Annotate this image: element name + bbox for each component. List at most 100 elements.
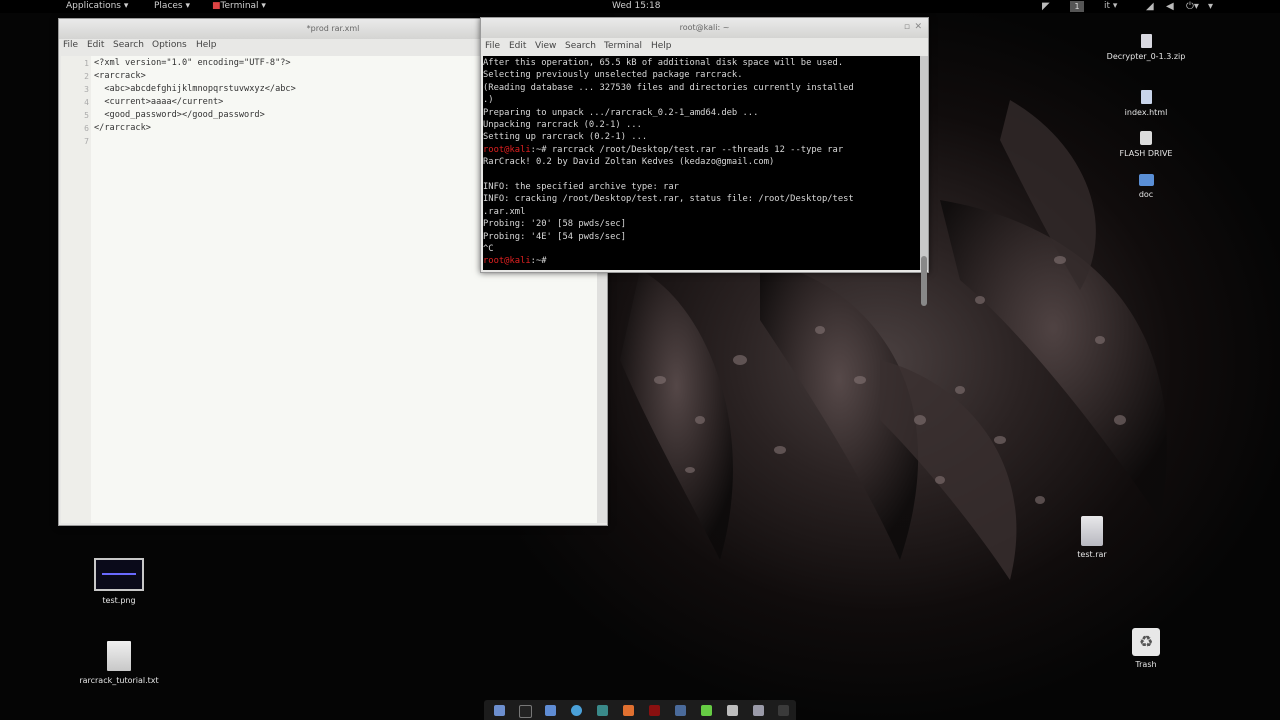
desktop-icon-test-rar[interactable]: test.rar: [1062, 516, 1122, 559]
terminal-line-text: ^C: [483, 244, 494, 254]
monitor-icon[interactable]: [675, 705, 686, 716]
line-number: 4: [84, 98, 89, 107]
gray2-icon[interactable]: [753, 705, 764, 716]
volume-icon[interactable]: ◀: [1166, 0, 1174, 13]
desktop-icon-test-png[interactable]: test.png: [84, 558, 154, 605]
desktop-icon-flash-drive[interactable]: FLASH DRIVE: [1106, 131, 1186, 158]
terminal-line-text: .rar.xml: [483, 206, 526, 217]
terminal-line: .rar.xml: [483, 207, 525, 217]
app-icon[interactable]: [597, 705, 608, 716]
places-menu[interactable]: Places ▾: [154, 0, 190, 13]
terminal-line-text: Preparing to unpack .../rarcrack_0.2-1_a…: [483, 107, 759, 118]
applications-menu[interactable]: Applications ▾: [66, 0, 128, 13]
terminal-line-text: Selecting previously unselected package …: [483, 70, 743, 81]
terminal-menu-view[interactable]: View: [535, 40, 556, 53]
terminal-menu-help[interactable]: Help: [651, 40, 672, 53]
close-icon[interactable]: ✕: [914, 22, 922, 32]
editor-menu-help[interactable]: Help: [196, 39, 217, 52]
line-number: 6: [84, 124, 89, 133]
terminal-line-text: (Reading database ... 327530 files and d…: [483, 82, 854, 93]
terminal-line: (Reading database ... 327530 files and d…: [483, 83, 854, 93]
burp-icon[interactable]: [623, 705, 634, 716]
terminal-scrollbar[interactable]: [920, 56, 928, 306]
top-panel: Applications ▾ Places ▾ ■Terminal ▾ Wed …: [0, 0, 1280, 13]
terminal-menu-search[interactable]: Search: [565, 40, 596, 53]
minimize-icon[interactable]: ▫: [904, 22, 910, 32]
red-icon[interactable]: [649, 705, 660, 716]
dock: [484, 700, 796, 720]
terminal-icon[interactable]: [519, 705, 532, 718]
terminal-line: Unpacking rarcrack (0.2-1) ...: [483, 120, 642, 130]
terminal-prompt: root@kali: [483, 256, 531, 267]
terminal-line-text: .): [483, 95, 494, 106]
terminal-line: ^C: [483, 244, 494, 254]
usb-drive-icon: [1140, 131, 1152, 145]
files-icon[interactable]: [494, 705, 505, 716]
clock[interactable]: Wed 15:18: [612, 0, 660, 13]
terminal-line-text: Probing: '4E' [54 pwds/sec]: [483, 231, 626, 242]
terminal-titlebar[interactable]: root@kali: ~: [481, 18, 928, 38]
desktop-icon-tutorial[interactable]: rarcrack_tutorial.txt: [64, 641, 174, 685]
code-line: <good_password></good_password>: [94, 110, 265, 120]
folder-icon: [1138, 174, 1154, 186]
line-number: 1: [84, 59, 89, 68]
editor-menu-options[interactable]: Options: [152, 39, 187, 52]
terminal-line: root@kali:~#: [483, 256, 547, 266]
browser-icon[interactable]: [571, 705, 582, 716]
terminal-menu-edit[interactable]: Edit: [509, 40, 526, 53]
desktop-icon-index[interactable]: index.html: [1106, 90, 1186, 117]
image-thumbnail-icon: [94, 558, 144, 591]
workspace-indicator[interactable]: 1: [1070, 1, 1084, 12]
terminal-prompt: root@kali: [483, 144, 531, 155]
wifi-icon[interactable]: ◢: [1146, 0, 1154, 13]
line-number: 5: [84, 111, 89, 120]
green-icon[interactable]: [701, 705, 712, 716]
terminal-scroll-thumb[interactable]: [921, 256, 927, 306]
terminal-line: Selecting previously unselected package …: [483, 70, 743, 80]
keyboard-layout[interactable]: it ▾: [1104, 0, 1117, 13]
terminal-line: INFO: the specified archive type: rar: [483, 182, 679, 192]
code-line: <abc>abcdefghijklmnopqrstuvwxyz</abc>: [94, 84, 296, 94]
line-number: 2: [84, 72, 89, 81]
network-icon[interactable]: ◤: [1042, 0, 1050, 13]
grid-icon[interactable]: [778, 705, 789, 716]
terminal-window: root@kali: ~ ▫ ✕ File Edit View Search T…: [480, 17, 929, 306]
rar-archive-icon: [1081, 516, 1103, 546]
user-menu-icon[interactable]: ▾: [1208, 0, 1213, 13]
editor-menu-search[interactable]: Search: [113, 39, 144, 52]
terminal-menu-file[interactable]: File: [485, 40, 500, 53]
terminal-app-menu[interactable]: ■Terminal ▾: [212, 0, 266, 13]
code-line: <?xml version="1.0" encoding="UTF-8"?>: [94, 58, 291, 68]
terminal-title: root@kali: ~: [679, 23, 730, 32]
desktop-icon-decrypter[interactable]: Decrypter_0-1.3.zip: [1096, 34, 1196, 61]
line-number-gutter: 1 2 3 4 5 6 7: [61, 56, 91, 523]
desktop-icon-doc[interactable]: doc: [1116, 174, 1176, 199]
terminal-line: root@kali:~# rarcrack /root/Desktop/test…: [483, 145, 843, 155]
line-number: 3: [84, 85, 89, 94]
terminal-line-text: :~# rarcrack /root/Desktop/test.rar --th…: [530, 144, 844, 155]
editor-title: *prod rar.xml: [306, 24, 360, 33]
terminal-menubar: File Edit View Search Terminal Help: [481, 40, 928, 53]
terminal-line: INFO: cracking /root/Desktop/test.rar, s…: [483, 194, 854, 204]
terminal-line: Preparing to unpack .../rarcrack_0.2-1_a…: [483, 108, 758, 118]
code-line: <current>aaaa</current>: [94, 97, 224, 107]
power-icon[interactable]: ⏻▾: [1186, 0, 1199, 13]
html-file-icon: [1140, 90, 1152, 104]
terminal-line: RarCrack! 0.2 by David Zoltan Kedves (ke…: [483, 157, 774, 167]
line-number: 7: [84, 137, 89, 146]
terminal-line: Probing: '4E' [54 pwds/sec]: [483, 232, 626, 242]
editor-menu-edit[interactable]: Edit: [87, 39, 104, 52]
terminal-line: .): [483, 95, 494, 105]
terminal-line-text: INFO: cracking /root/Desktop/test.rar, s…: [483, 194, 854, 205]
folder-icon[interactable]: [545, 705, 556, 716]
terminal-screen[interactable]: After this operation, 65.5 kB of additio…: [483, 56, 920, 270]
text-file-icon: [107, 641, 131, 671]
terminal-menu-terminal[interactable]: Terminal: [604, 40, 642, 53]
terminal-line: After this operation, 65.5 kB of additio…: [483, 58, 843, 68]
terminal-line-text: After this operation, 65.5 kB of additio…: [483, 58, 844, 68]
editor-menu-file[interactable]: File: [63, 39, 78, 52]
gray-icon[interactable]: [727, 705, 738, 716]
terminal-line-text: :~#: [530, 256, 547, 267]
desktop-icon-trash[interactable]: ♻ Trash: [1116, 628, 1176, 669]
terminal-app-icon: ■: [212, 1, 221, 11]
